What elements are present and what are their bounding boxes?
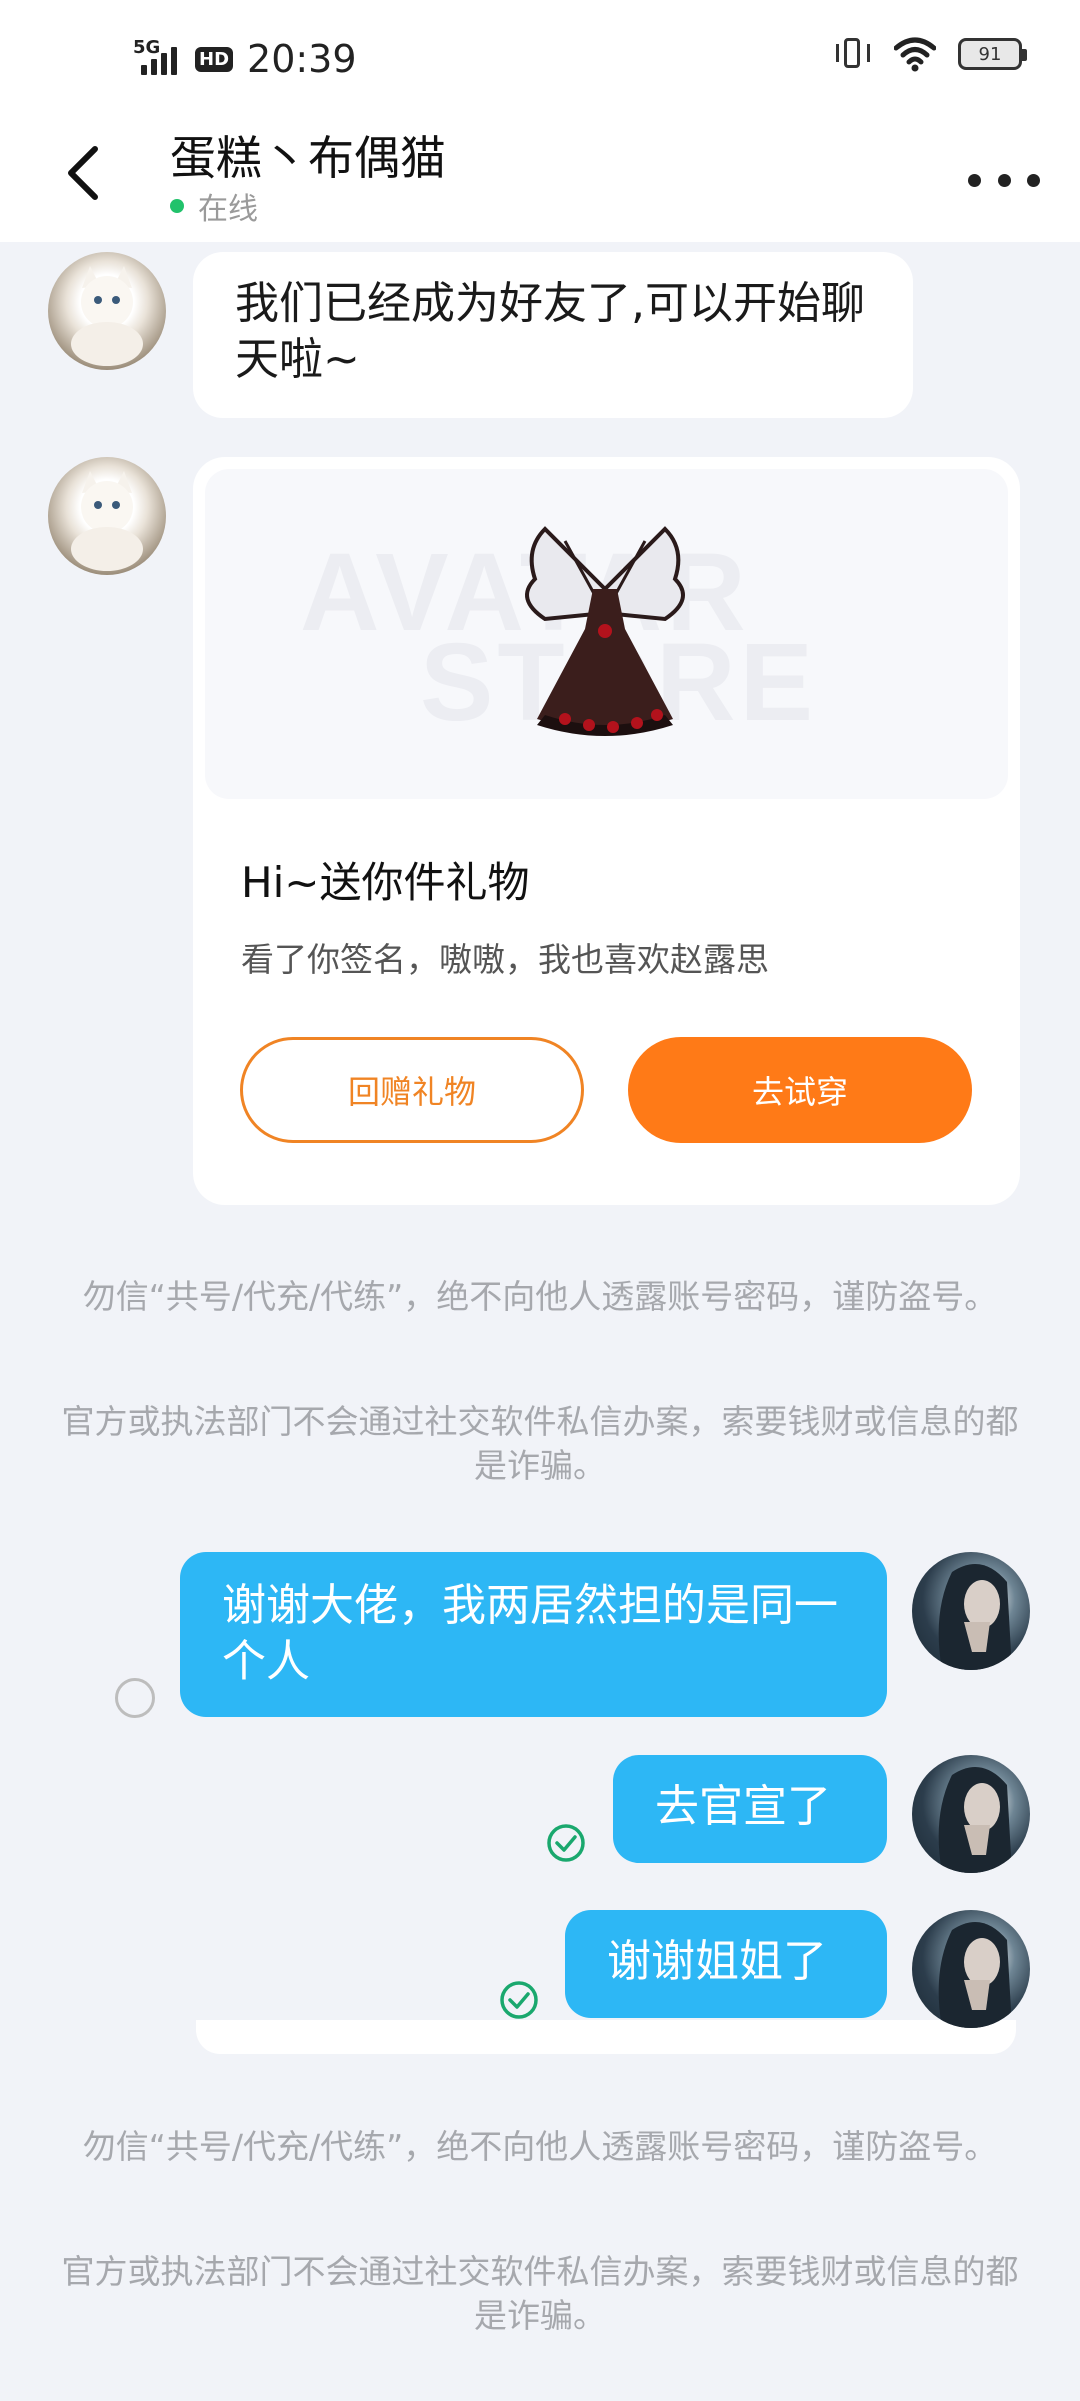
message-text: 谢谢姐姐了: [607, 1936, 827, 1987]
message-bubble-outgoing[interactable]: 谢谢姐姐了: [565, 1910, 887, 2018]
card-edge: [196, 2020, 1016, 2054]
message-text: 去官宣了: [655, 1781, 831, 1832]
safety-notice: 官方或执法部门不会通过社交软件私信办案，索要钱财或信息的都是诈骗。: [61, 2252, 1019, 2335]
my-avatar[interactable]: [912, 1552, 1030, 1670]
select-message-radio[interactable]: [115, 1678, 155, 1718]
network-type: 5G: [133, 37, 161, 58]
status-bar: 5G HD 20:39 91: [0, 0, 1080, 110]
chat-header: 蛋糕丶布偶猫 在线: [0, 110, 1080, 242]
gift-title: Hi~送你件礼物: [241, 858, 530, 907]
contact-avatar[interactable]: [48, 252, 166, 370]
message-bubble-outgoing[interactable]: 谢谢大佬，我两居然担的是同一个人: [180, 1552, 887, 1717]
cat-avatar-icon: [71, 266, 143, 366]
safety-notice: 官方或执法部门不会通过社交软件私信办案，索要钱财或信息的都是诈骗。: [61, 1402, 1019, 1485]
message-text: 谢谢大佬，我两居然担的是同一个人: [222, 1580, 838, 1687]
message-bubble-outgoing[interactable]: 去官宣了: [613, 1755, 887, 1863]
vibrate-icon: [834, 36, 872, 72]
battery-icon: 91: [958, 38, 1027, 70]
gift-preview[interactable]: AVATAR STORE: [205, 469, 1008, 799]
user-avatar-icon: [938, 1767, 1012, 1873]
battery-level: 91: [978, 43, 1002, 65]
chevron-left-icon: [68, 146, 98, 200]
safety-notice: 勿信“共号/代充/代练”，绝不向他人透露账号密码，谨防盗号。: [82, 1277, 998, 1316]
contact-avatar[interactable]: [48, 457, 166, 575]
cellular-signal-icon: 5G: [133, 37, 191, 81]
gift-dress-icon: [525, 526, 685, 736]
online-label: 在线: [198, 192, 258, 227]
try-on-button[interactable]: 去试穿: [628, 1037, 972, 1143]
message-bubble-incoming[interactable]: 我们已经成为好友了,可以开始聊天啦~: [193, 252, 913, 418]
my-avatar[interactable]: [912, 1910, 1030, 2028]
online-dot-icon: [170, 199, 184, 213]
back-button[interactable]: [58, 138, 108, 208]
cat-avatar-icon: [71, 471, 143, 571]
return-gift-button[interactable]: 回赠礼物: [240, 1037, 584, 1143]
read-check-icon: [546, 1823, 586, 1863]
safety-notice: 勿信“共号/代充/代练”，绝不向他人透露账号密码，谨防盗号。: [82, 2127, 998, 2166]
gift-note: 看了你签名，嗷嗷，我也喜欢赵露思: [241, 940, 769, 979]
user-avatar-icon: [938, 1564, 1012, 1670]
online-status: 在线: [170, 184, 258, 228]
more-options-button[interactable]: [968, 155, 1040, 205]
wifi-icon: [894, 37, 936, 72]
user-avatar-icon: [938, 1922, 1012, 2028]
my-avatar[interactable]: [912, 1755, 1030, 1873]
contact-name[interactable]: 蛋糕丶布偶猫: [170, 122, 446, 188]
clock: 20:39: [247, 37, 357, 81]
hd-icon: HD: [195, 46, 234, 72]
gift-card[interactable]: AVATAR STORE Hi~送你件礼物 看了你签名，嗷嗷，我也喜欢赵露思 回…: [193, 457, 1020, 1205]
read-check-icon: [499, 1980, 539, 2020]
message-text: 我们已经成为好友了,可以开始聊天啦~: [235, 278, 865, 385]
